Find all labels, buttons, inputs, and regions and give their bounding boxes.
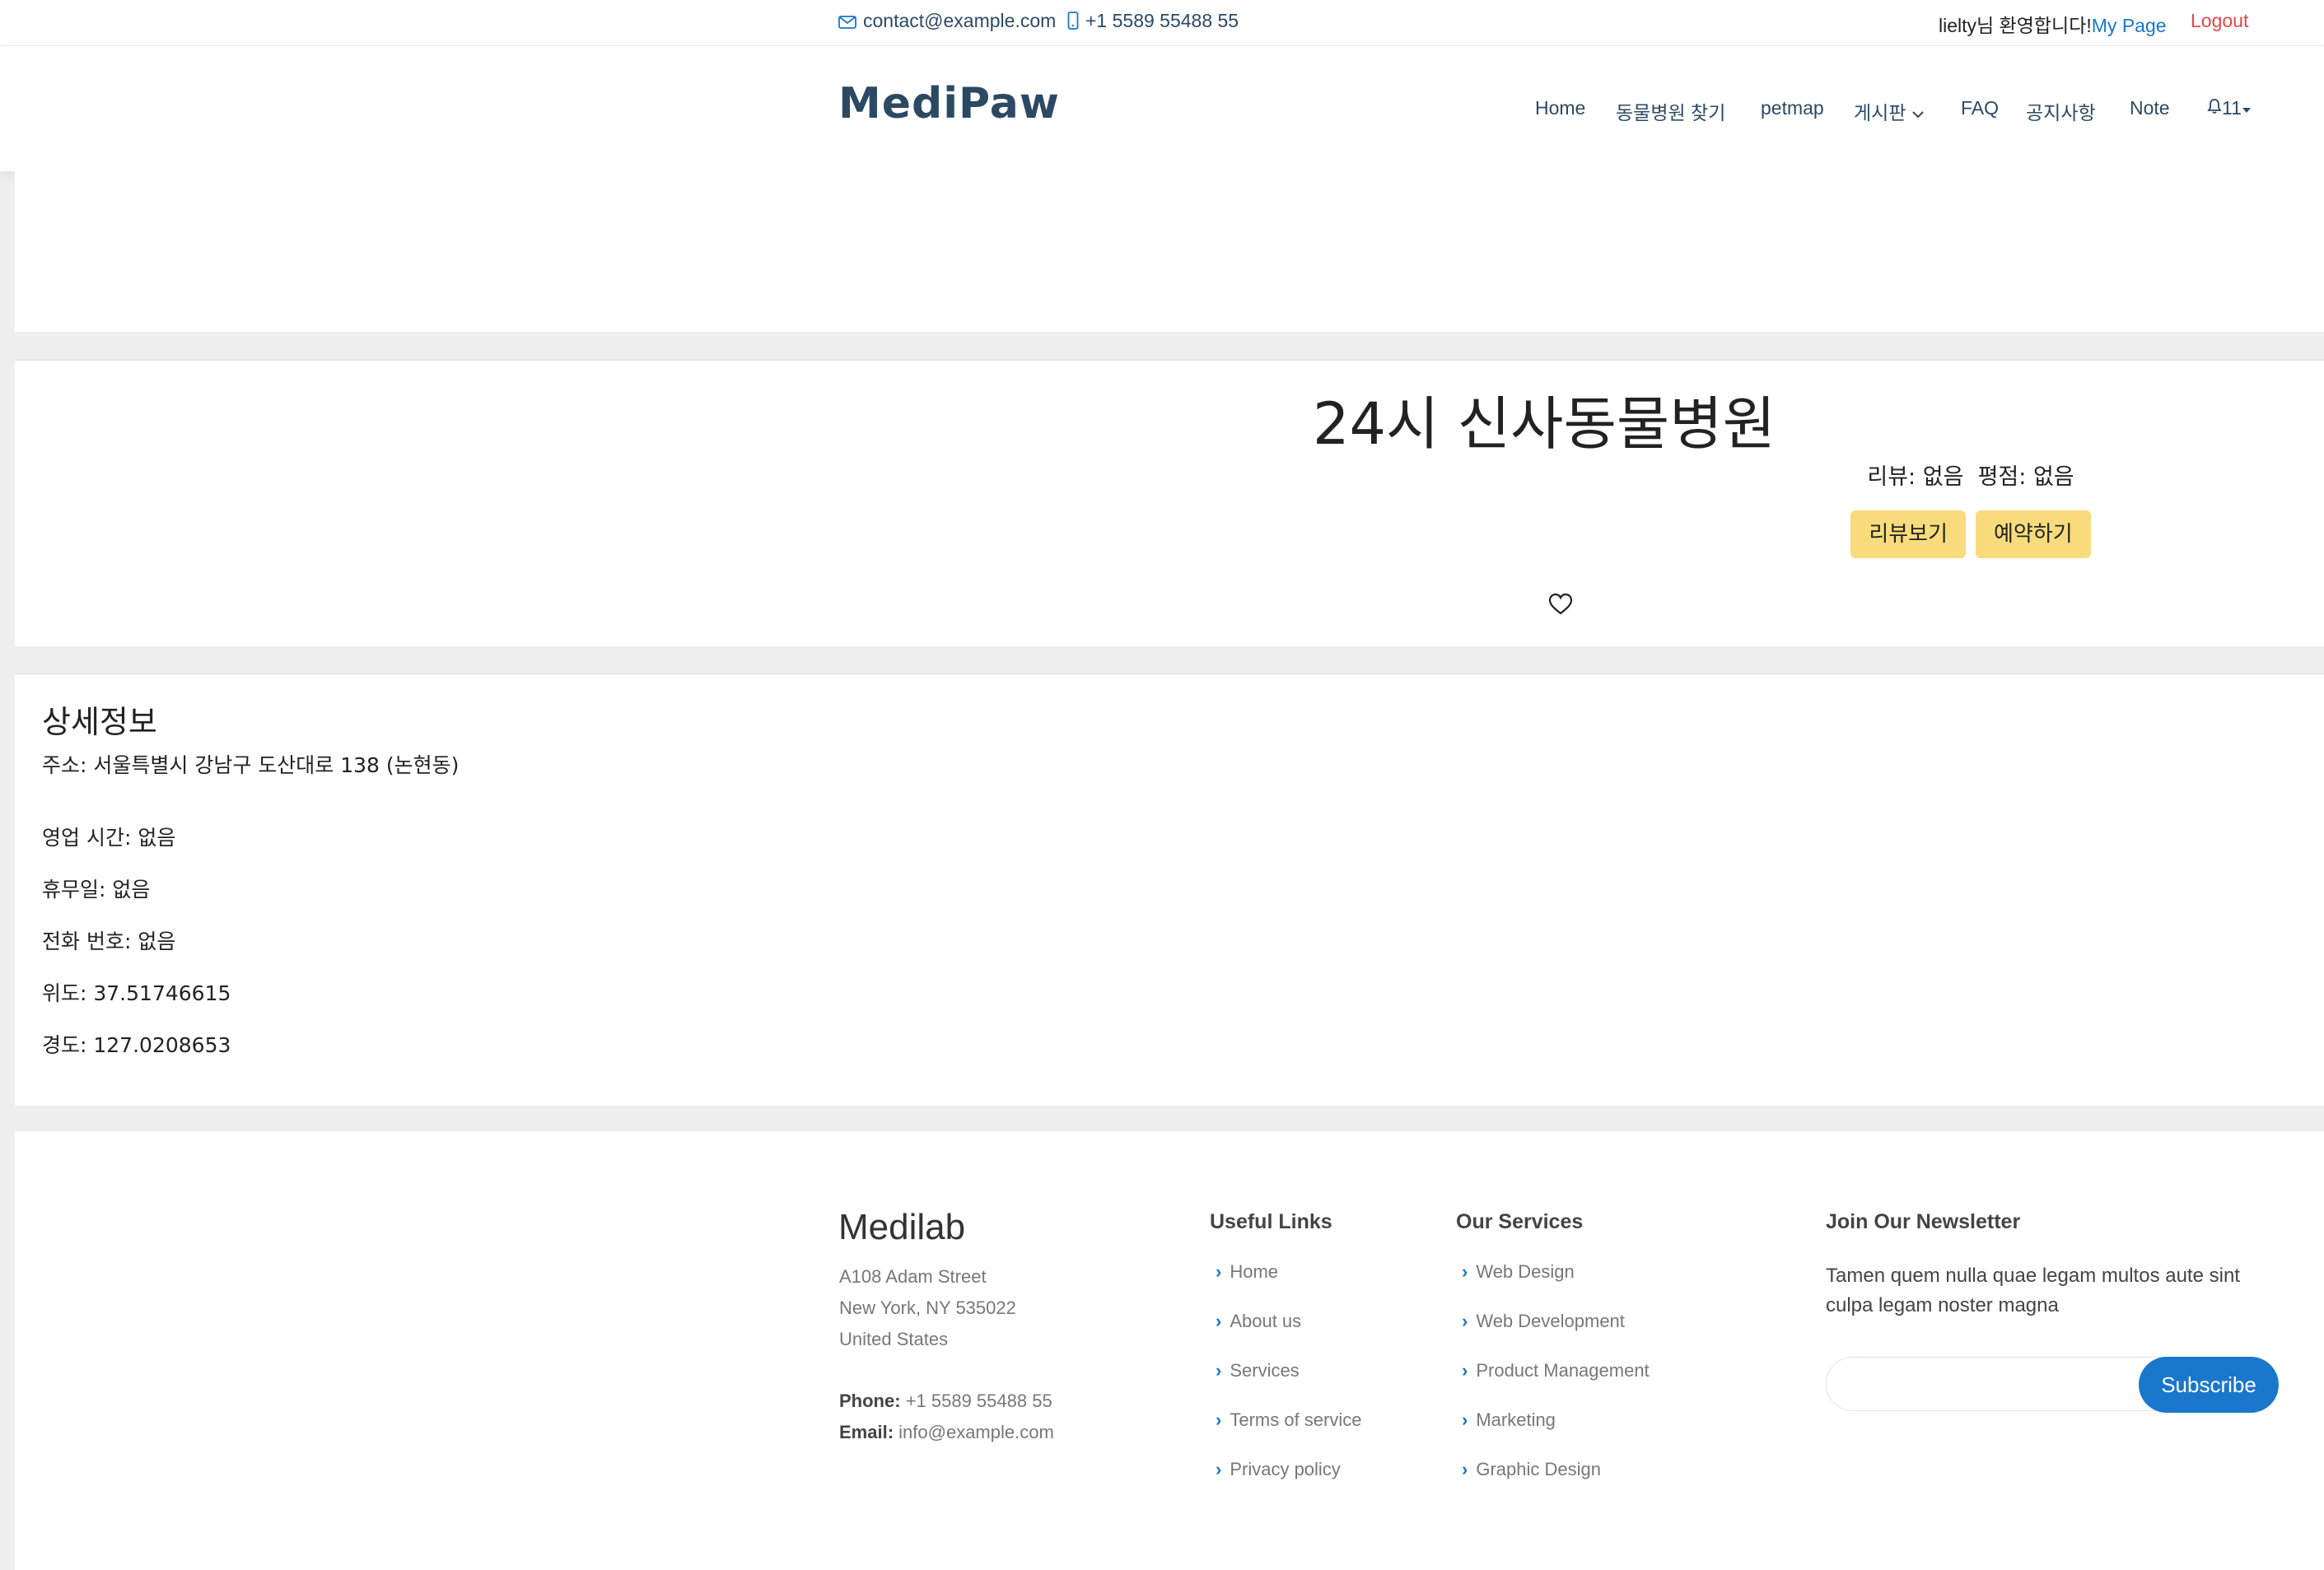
notification-dropdown[interactable]: 11	[2207, 97, 2252, 119]
footer-link-label: Terms of service	[1230, 1409, 1362, 1430]
nav-home[interactable]: Home	[1535, 97, 1585, 119]
footer-address-line: A108 Adam Street	[839, 1266, 987, 1287]
detail-latitude: 위도: 37.51746615	[42, 981, 231, 1005]
footer-brand: Medilab	[838, 1207, 966, 1247]
subscribe-button[interactable]: Subscribe	[2139, 1357, 2279, 1413]
footer-link-home[interactable]: › Home	[1216, 1261, 1278, 1283]
chevron-right-icon: ›	[1216, 1261, 1222, 1282]
newsletter-text: Tamen quem nulla quae legam multos aute …	[1826, 1265, 2240, 1316]
chevron-right-icon: ›	[1216, 1409, 1222, 1430]
service-link-label: Graphic Design	[1476, 1459, 1601, 1479]
detail-panel	[15, 673, 2324, 1106]
chevron-right-icon: ›	[1462, 1459, 1468, 1479]
envelope-icon	[838, 16, 856, 29]
newsletter-email-input[interactable]	[1826, 1357, 2188, 1411]
site-header: MediPaw Home 동물병원 찾기 petmap 게시판 FAQ 공지사항…	[0, 46, 2324, 171]
top-panel	[15, 171, 2324, 332]
nav-find-hospital[interactable]: 동물병원 찾기	[1616, 97, 1725, 125]
service-link-product-management[interactable]: › Product Management	[1462, 1360, 1650, 1381]
nav-faq[interactable]: FAQ	[1961, 97, 1999, 119]
detail-address: 주소: 서울특별시 강남구 도산대로 138 (논현동)	[42, 753, 460, 777]
logout-link[interactable]: Logout	[2191, 10, 2248, 32]
chevron-right-icon: ›	[1216, 1360, 1222, 1381]
footer-address-line: United States	[839, 1329, 949, 1349]
service-link-web-design[interactable]: › Web Design	[1462, 1261, 1575, 1283]
nav-board-label: 게시판	[1854, 102, 1906, 123]
chevron-down-icon	[1912, 111, 1924, 119]
bell-icon	[2207, 99, 2222, 114]
footer-email: Email: info@example.com	[839, 1422, 1054, 1443]
footer-address-line: New York, NY 535022	[839, 1297, 1016, 1318]
footer-link-label: Home	[1230, 1261, 1279, 1282]
footer-link-terms[interactable]: › Terms of service	[1216, 1409, 1361, 1431]
detail-phone: 전화 번호: 없음	[42, 929, 176, 953]
our-services-heading: Our Services	[1456, 1210, 1584, 1233]
action-buttons: 리뷰보기 예약하기	[1194, 510, 2324, 558]
detail-holiday: 휴무일: 없음	[42, 878, 151, 901]
view-reviews-button[interactable]: 리뷰보기	[1850, 510, 1966, 558]
welcome-text: lielty님 환영합니다!	[1939, 15, 2092, 36]
footer-link-services[interactable]: › Services	[1216, 1360, 1300, 1381]
service-link-label: Marketing	[1476, 1409, 1556, 1430]
user-menu: lielty님 환영합니다!My Page	[1939, 10, 2167, 38]
service-link-graphic-design[interactable]: › Graphic Design	[1462, 1459, 1601, 1480]
nav-board[interactable]: 게시판	[1854, 97, 1925, 125]
useful-links-heading: Useful Links	[1210, 1210, 1332, 1233]
site-footer	[15, 1131, 2324, 1570]
footer-link-about[interactable]: › About us	[1216, 1311, 1301, 1332]
nav-petmap[interactable]: petmap	[1761, 97, 1824, 119]
footer-phone-value: +1 5589 55488 55	[905, 1391, 1052, 1411]
chevron-right-icon: ›	[1216, 1459, 1222, 1479]
footer-email-label: Email:	[839, 1422, 894, 1442]
footer-phone-label: Phone:	[839, 1391, 901, 1411]
service-link-label: Web Development	[1476, 1311, 1625, 1331]
mypage-link[interactable]: My Page	[2092, 15, 2167, 36]
nav-notice[interactable]: 공지사항	[2026, 97, 2096, 125]
email-text: contact@example.com	[863, 10, 1057, 31]
service-link-label: Product Management	[1476, 1360, 1650, 1381]
phone-text: +1 5589 55488 55	[1085, 10, 1239, 31]
chevron-right-icon: ›	[1462, 1409, 1468, 1430]
chevron-right-icon: ›	[1462, 1360, 1468, 1381]
hospital-name: 24시 신사동물병원	[1312, 390, 1776, 458]
chevron-right-icon: ›	[1216, 1311, 1222, 1331]
reserve-button[interactable]: 예약하기	[1976, 510, 2091, 558]
topbar-email[interactable]: contact@example.com	[838, 10, 1056, 32]
service-link-web-development[interactable]: › Web Development	[1462, 1311, 1625, 1332]
site-logo[interactable]: MediPaw	[838, 79, 1060, 128]
service-link-marketing[interactable]: › Marketing	[1462, 1409, 1556, 1431]
footer-email-value: info@example.com	[898, 1422, 1054, 1442]
newsletter-heading: Join Our Newsletter	[1826, 1210, 2021, 1233]
review-rating-line: 리뷰: 없음 평점: 없음	[1867, 464, 2074, 490]
topbar-phone[interactable]: +1 5589 55488 55	[1067, 10, 1239, 32]
chevron-right-icon: ›	[1462, 1311, 1468, 1331]
chevron-right-icon: ›	[1462, 1261, 1468, 1282]
phone-icon	[1067, 12, 1079, 30]
footer-link-label: Services	[1230, 1360, 1300, 1381]
detail-title: 상세정보	[42, 704, 157, 740]
footer-link-label: About us	[1230, 1311, 1302, 1331]
detail-longitude: 경도: 127.0208653	[42, 1033, 231, 1057]
footer-link-privacy[interactable]: › Privacy policy	[1216, 1459, 1341, 1480]
footer-phone: Phone: +1 5589 55488 55	[839, 1391, 1052, 1412]
caret-down-icon	[2242, 108, 2251, 113]
nav-note[interactable]: Note	[2130, 97, 2170, 119]
footer-link-label: Privacy policy	[1230, 1459, 1341, 1479]
notification-count: 11	[2222, 97, 2242, 119]
heart-icon[interactable]	[1548, 593, 1573, 616]
detail-hours: 영업 시간: 없음	[42, 826, 176, 850]
service-link-label: Web Design	[1476, 1261, 1575, 1282]
topbar: contact@example.com +1 5589 55488 55 lie…	[0, 0, 2324, 46]
